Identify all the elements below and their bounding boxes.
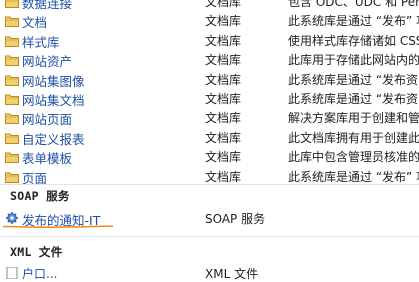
library-row[interactable]: 页面 文档库 此系统库是通过 “发布” 功 <box>0 167 419 186</box>
library-link[interactable]: 表单模板 <box>22 148 72 167</box>
library-type: 文档库 <box>205 53 242 68</box>
library-link[interactable]: 网站页面 <box>22 109 72 128</box>
folder-icon <box>5 94 19 105</box>
folder-icon <box>5 133 19 144</box>
library-link[interactable]: 自定义报表 <box>22 129 85 148</box>
web-service-icon <box>6 212 18 224</box>
library-description: 此系统库是通过 “发布” 功 <box>288 14 419 29</box>
library-description: 使用样式库存储诸如 CSS <box>288 33 419 48</box>
library-row[interactable]: 网站页面 文档库 解决方案库用于创建和管 <box>0 108 419 127</box>
library-description: 此系统库是通过 “发布资 <box>288 91 419 106</box>
xml-file-type: XML 文件 <box>205 267 259 281</box>
library-type: 文档库 <box>205 150 242 165</box>
library-type: 文档库 <box>205 14 242 29</box>
library-row[interactable]: 自定义报表 文档库 此文档库拥有用于创建此 <box>0 128 419 147</box>
library-type: 文档库 <box>205 130 242 145</box>
section-divider <box>0 184 419 185</box>
library-description: 解决方案库用于创建和管 <box>288 111 419 126</box>
library-link[interactable]: 样式库 <box>22 32 60 51</box>
folder-icon <box>5 36 19 47</box>
library-link[interactable]: 网站资产 <box>22 51 72 70</box>
library-type: 文档库 <box>205 0 242 9</box>
highlight-underline <box>3 225 113 228</box>
folder-icon <box>5 0 19 8</box>
folder-icon <box>5 75 19 86</box>
xml-file-row[interactable]: 户口... XML 文件 <box>0 265 419 281</box>
library-row[interactable]: 网站资产 文档库 此库用于存储此网站内的 <box>0 50 419 69</box>
document-icon <box>6 267 18 279</box>
library-description: 包含 ODC、UDC 和 Perfor <box>288 0 419 9</box>
soap-service-type: SOAP 服务 <box>205 212 266 226</box>
library-type: 文档库 <box>205 72 242 87</box>
folder-icon <box>5 172 19 183</box>
library-link[interactable]: 网站集图像 <box>22 71 85 90</box>
folder-icon <box>5 113 19 125</box>
folder-icon <box>5 55 19 67</box>
xml-section-header: XML 文件 <box>10 245 63 259</box>
library-row[interactable]: 表单模板 文档库 此库中包含管理员核准的 <box>0 147 419 166</box>
library-row[interactable]: 数据连接 文档库 包含 ODC、UDC 和 Perfor <box>0 0 419 11</box>
library-type: 文档库 <box>205 91 242 106</box>
section-divider <box>0 236 419 237</box>
library-description: 此系统库是通过 “发布” 功 <box>288 169 419 184</box>
library-row[interactable]: 文档 文档库 此系统库是通过 “发布” 功 <box>0 11 419 30</box>
library-link[interactable]: 数据连接 <box>22 0 72 12</box>
library-row[interactable]: 样式库 文档库 使用样式库存储诸如 CSS <box>0 31 419 50</box>
library-description: 此系统库是通过 “发布资 <box>288 72 419 87</box>
folder-icon <box>5 152 19 164</box>
library-list: 数据连接文档库包含 ODC、UDC 和 Perfor文档文档库此系统库是通过 “… <box>0 0 419 186</box>
library-type: 文档库 <box>205 33 242 48</box>
library-type: 文档库 <box>205 111 242 126</box>
library-row[interactable]: 网站集图像 文档库 此系统库是通过 “发布资 <box>0 70 419 89</box>
folder-icon <box>5 16 19 28</box>
xml-file-link[interactable]: 户口... <box>22 265 57 282</box>
library-description: 此文档库拥有用于创建此 <box>288 130 419 145</box>
library-description: 此库用于存储此网站内的 <box>288 53 419 68</box>
library-link[interactable]: 文档 <box>22 12 47 31</box>
library-link[interactable]: 网站集文档 <box>22 90 85 109</box>
library-row[interactable]: 网站集文档 文档库 此系统库是通过 “发布资 <box>0 89 419 108</box>
soap-section-header: SOAP 服务 <box>10 189 70 203</box>
library-description: 此库中包含管理员核准的 <box>288 150 419 165</box>
library-type: 文档库 <box>205 169 242 184</box>
